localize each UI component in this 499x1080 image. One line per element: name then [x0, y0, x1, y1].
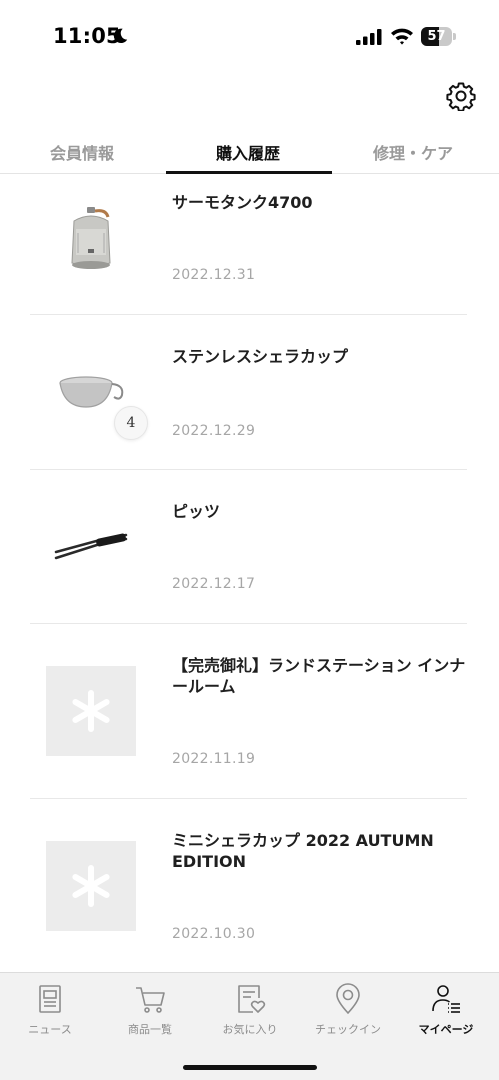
- sierra-cup-image: [59, 376, 124, 408]
- bottom-tab-bar: ニュース 商品一覧 お気に入り チェックイン マイページ: [0, 972, 499, 1080]
- battery-indicator: 57: [421, 27, 456, 46]
- item-title: 【完売御礼】ランドステーション インナールーム: [172, 656, 466, 696]
- purchase-list: サーモタンク4700 2022.12.31 4 ステンレスシェラカップ 2022…: [0, 175, 499, 972]
- gear-icon[interactable]: [446, 81, 476, 111]
- tabbar-item-checkin[interactable]: チェックイン: [298, 973, 398, 1043]
- list-item[interactable]: ミニシェラカップ 2022 AUTUMN EDITION 2022.10.30: [30, 799, 467, 972]
- item-title: ピッツ: [172, 502, 221, 521]
- tab-purchase-history[interactable]: 購入履歴: [216, 140, 280, 164]
- segment-tabs: 会員情報 購入履歴 修理・ケア: [0, 130, 499, 174]
- item-date: 2022.10.30: [172, 926, 256, 942]
- snowflake-logo-icon: [72, 690, 110, 732]
- wifi-icon: [391, 28, 413, 45]
- item-title: ステンレスシェラカップ: [172, 347, 349, 366]
- tabbar-label: お気に入り: [222, 1023, 278, 1036]
- item-date: 2022.12.31: [172, 267, 256, 283]
- tabbar-label: マイページ: [418, 1023, 474, 1036]
- moon-icon: [113, 28, 128, 44]
- list-item[interactable]: 【完売御礼】ランドステーション インナールーム 2022.11.19: [30, 624, 467, 799]
- tab-repair-care[interactable]: 修理・ケア: [373, 140, 453, 164]
- placeholder-image: [46, 841, 136, 931]
- item-date: 2022.11.19: [172, 751, 256, 767]
- tabbar-item-news[interactable]: ニュース: [0, 973, 100, 1043]
- thermo-tank-image: [71, 207, 111, 269]
- list-item[interactable]: 4 ステンレスシェラカップ 2022.12.29: [30, 315, 467, 470]
- location-pin-icon: [336, 983, 360, 1015]
- tongs-image: [54, 533, 128, 560]
- status-bar: 11:05 57: [0, 0, 499, 72]
- home-indicator: [183, 1065, 317, 1070]
- tabbar-item-favorites[interactable]: お気に入り: [200, 973, 300, 1043]
- news-icon: [39, 985, 61, 1013]
- placeholder-image: [46, 666, 136, 756]
- battery-level: 57: [427, 29, 446, 44]
- user-list-icon: [432, 985, 460, 1013]
- item-date: 2022.12.17: [172, 576, 256, 592]
- item-date: 2022.12.29: [172, 423, 256, 439]
- tabbar-label: 商品一覧: [128, 1023, 172, 1036]
- snowflake-logo-icon: [72, 865, 110, 907]
- quantity-badge: 4: [114, 406, 148, 440]
- cart-icon: [136, 987, 165, 1013]
- item-title: サーモタンク4700: [172, 193, 313, 212]
- signal-icon: [356, 29, 382, 45]
- favorite-icon: [238, 985, 266, 1013]
- tab-member-info[interactable]: 会員情報: [50, 140, 114, 164]
- item-title: ミニシェラカップ 2022 AUTUMN EDITION: [172, 831, 434, 871]
- list-item[interactable]: サーモタンク4700 2022.12.31: [30, 175, 467, 315]
- tabbar-label: チェックイン: [315, 1023, 381, 1036]
- active-tab-indicator: [166, 171, 332, 174]
- tabbar-item-products[interactable]: 商品一覧: [100, 973, 200, 1043]
- tabbar-label: ニュース: [28, 1023, 72, 1036]
- list-item[interactable]: ピッツ 2022.12.17: [30, 470, 467, 624]
- tabbar-item-mypage[interactable]: マイページ: [396, 973, 496, 1043]
